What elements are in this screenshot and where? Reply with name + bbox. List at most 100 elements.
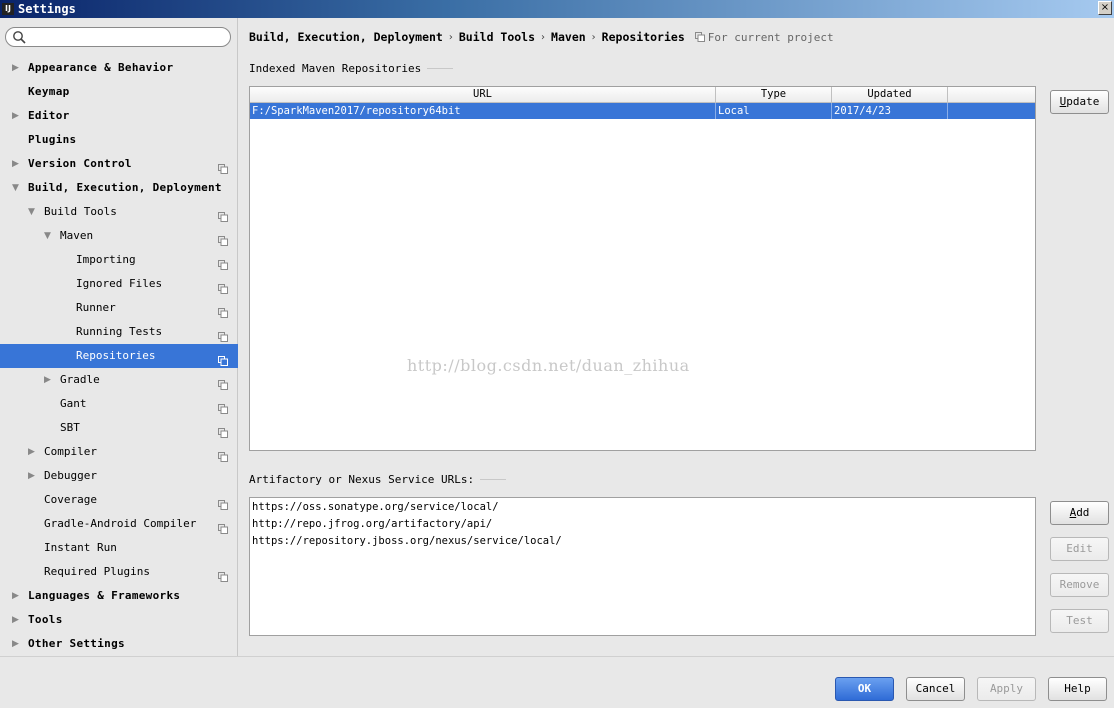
chevron-right-icon[interactable]: ▶ [12,104,22,128]
close-window-button[interactable]: × [1098,1,1112,15]
project-scope-icon [218,279,228,294]
repo-url-cell: F:/SparkMaven2017/repository64bit [250,103,716,119]
column-header-type[interactable]: Type [716,87,832,103]
indexed-repositories-table[interactable]: URL Type Updated F:/SparkMaven2017/repos… [249,86,1036,451]
breadcrumb-separator: › [448,31,453,43]
indexed-repositories-caption: Indexed Maven Repositories [249,62,454,75]
sidebar-item-required-plugins[interactable]: Required Plugins [0,560,238,584]
edit-button[interactable]: Edit [1050,537,1109,561]
sidebar-item-other-settings[interactable]: ▶ Other Settings [0,632,238,656]
sidebar-item-gradle[interactable]: ▶ Gradle [0,368,238,392]
sidebar-item-build-execution-deployment[interactable]: ▼ Build, Execution, Deployment [0,176,238,200]
breadcrumb-item[interactable]: Maven [551,30,586,44]
remove-button[interactable]: Remove [1050,573,1109,597]
add-button[interactable]: Add [1050,501,1109,525]
window-title: Settings [18,2,76,16]
sidebar-item-label: Importing [76,253,136,266]
sidebar-item-instant-run[interactable]: Instant Run [0,536,238,560]
sidebar-item-label: Plugins [28,133,77,146]
update-button[interactable]: Update [1050,90,1109,114]
project-scope-icon [694,32,705,42]
breadcrumb: Build, Execution, Deployment › Build Tools… [249,29,834,45]
sidebar-item-build-tools[interactable]: ▼ Build Tools [0,200,238,224]
project-scope-icon [218,231,228,246]
chevron-right-icon[interactable]: ▶ [12,608,22,632]
sidebar-item-label: Gradle [60,373,100,386]
list-item[interactable]: https://repository.jboss.org/nexus/servi… [250,533,1035,550]
sidebar-item-languages-frameworks[interactable]: ▶ Languages & Frameworks [0,584,238,608]
sidebar-item-maven[interactable]: ▼ Maven [0,224,238,248]
list-item[interactable]: http://repo.jfrog.org/artifactory/api/ [250,516,1035,533]
chevron-right-icon[interactable]: ▶ [12,584,22,608]
project-scope-icon [218,567,228,582]
intellij-app-icon: IJ [2,3,14,15]
sidebar-item-keymap[interactable]: Keymap [0,80,238,104]
column-header-updated[interactable]: Updated [832,87,948,103]
sidebar-item-label: Gradle-Android Compiler [44,517,197,530]
service-urls-caption: Artifactory or Nexus Service URLs: [249,473,507,486]
repo-type-cell: Local [716,103,832,119]
sidebar-item-appearance-behavior[interactable]: ▶ Appearance & Behavior [0,56,238,80]
sidebar-item-label: Build, Execution, Deployment [28,181,222,194]
footer-divider [0,656,1114,657]
repo-updated-cell: 2017/4/23 [832,103,948,119]
cancel-button[interactable]: Cancel [906,677,965,701]
ok-button[interactable]: OK [835,677,894,701]
chevron-down-icon[interactable]: ▼ [44,224,54,248]
sidebar-item-sbt[interactable]: SBT [0,416,238,440]
chevron-down-icon[interactable]: ▼ [12,176,22,200]
chevron-right-icon[interactable]: ▶ [12,56,22,80]
breadcrumb-item[interactable]: Build, Execution, Deployment [249,30,443,44]
sidebar-item-label: Running Tests [76,325,163,338]
service-urls-list[interactable]: https://oss.sonatype.org/service/local/ … [249,497,1036,636]
sidebar-item-coverage[interactable]: Coverage [0,488,238,512]
sidebar-item-runner[interactable]: Runner [0,296,238,320]
project-scope-icon [218,255,228,270]
sidebar-item-ignored-files[interactable]: Ignored Files [0,272,238,296]
chevron-right-icon[interactable]: ▶ [12,152,22,176]
chevron-right-icon[interactable]: ▶ [28,440,38,464]
chevron-right-icon[interactable]: ▶ [28,464,38,488]
settings-search-input[interactable] [5,27,231,47]
sidebar-item-compiler[interactable]: ▶ Compiler [0,440,238,464]
project-scope-icon [218,447,228,462]
chevron-right-icon[interactable]: ▶ [44,368,54,392]
column-header-url[interactable]: URL [250,87,716,103]
project-scope-icon [218,351,228,366]
sidebar-item-label: Languages & Frameworks [28,589,181,602]
caption-divider [427,68,454,69]
table-row[interactable]: F:/SparkMaven2017/repository64bit Local … [250,103,1035,119]
add-label: dd [1076,506,1090,519]
help-button[interactable]: Help [1048,677,1107,701]
chevron-right-icon[interactable]: ▶ [12,632,22,656]
sidebar-item-label: SBT [60,421,80,434]
project-scope-icon [218,159,228,174]
column-header-extra [948,87,1035,103]
service-urls-label: Artifactory or Nexus Service URLs: [249,473,475,486]
sidebar-item-running-tests[interactable]: Running Tests [0,320,238,344]
breadcrumb-item[interactable]: Build Tools [459,30,535,44]
sidebar-item-repositories[interactable]: Repositories [0,344,238,368]
sidebar-item-gradle-android-compiler[interactable]: Gradle-Android Compiler [0,512,238,536]
project-scope-icon [218,375,228,390]
sidebar-item-label: Other Settings [28,637,125,650]
sidebar-item-tools[interactable]: ▶ Tools [0,608,238,632]
sidebar-item-debugger[interactable]: ▶ Debugger [0,464,238,488]
list-item[interactable]: https://oss.sonatype.org/service/local/ [250,499,1035,516]
sidebar-item-label: Ignored Files [76,277,163,290]
sidebar-item-importing[interactable]: Importing [0,248,238,272]
test-button[interactable]: Test [1050,609,1109,633]
project-scope-note: For current project [694,31,834,44]
project-scope-icon [218,519,228,534]
sidebar-item-label: Tools [28,613,63,626]
table-header: URL Type Updated [250,87,1035,103]
sidebar-item-plugins[interactable]: Plugins [0,128,238,152]
chevron-down-icon[interactable]: ▼ [28,200,38,224]
sidebar-item-version-control[interactable]: ▶ Version Control [0,152,238,176]
breadcrumb-item[interactable]: Repositories [602,30,685,44]
sidebar-item-gant[interactable]: Gant [0,392,238,416]
sidebar-item-editor[interactable]: ▶ Editor [0,104,238,128]
project-scope-icon [218,327,228,342]
indexed-repositories-label: Indexed Maven Repositories [249,62,422,75]
apply-button[interactable]: Apply [977,677,1036,701]
